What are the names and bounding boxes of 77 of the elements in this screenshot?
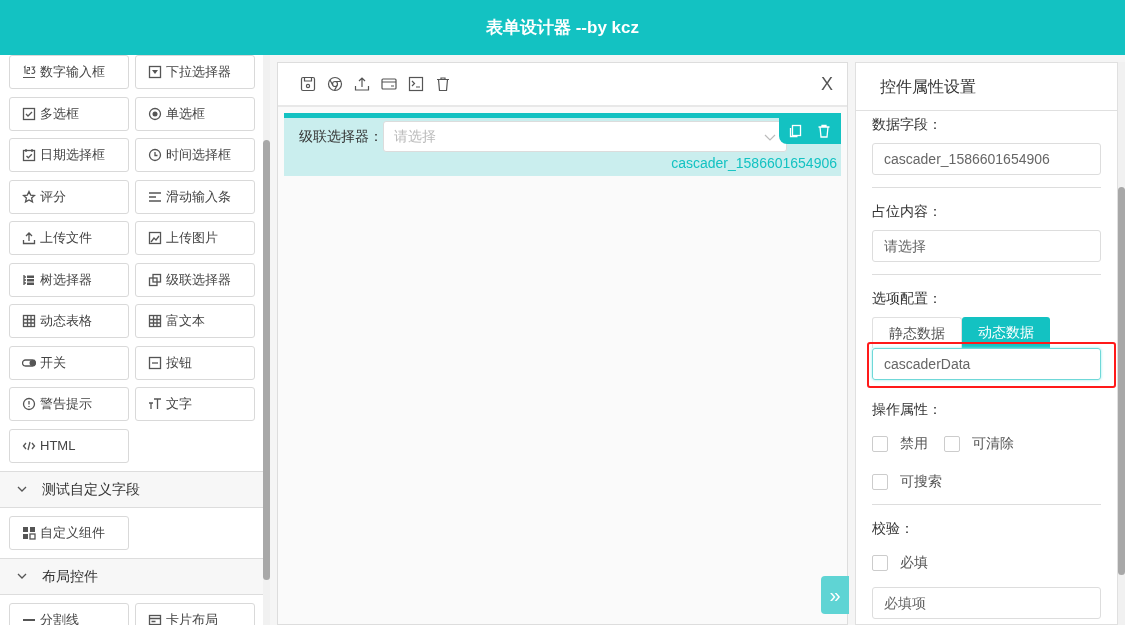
component-button[interactable]: 数字输入框	[9, 55, 129, 89]
component-button[interactable]: 卡片布局	[135, 602, 255, 625]
component-button[interactable]: 多选框	[9, 96, 129, 131]
form-item[interactable]: 级联选择器： 请选择 cascader_1586601654906	[284, 113, 841, 176]
line-icon	[23, 618, 35, 621]
lines-icon	[148, 189, 162, 204]
section-label: 选项配置：	[872, 289, 943, 308]
scrollbar[interactable]	[1118, 62, 1125, 625]
dropdown-icon	[148, 65, 162, 79]
checkbox[interactable]	[872, 473, 888, 490]
component-button[interactable]: 级联选择器	[135, 262, 255, 297]
tree-icon	[22, 272, 36, 287]
preview-button[interactable]	[327, 76, 343, 92]
component-button[interactable]: 树选择器	[9, 262, 129, 297]
text-field[interactable]: 请选择	[872, 230, 1101, 262]
component-button[interactable]: 上传图片	[135, 221, 255, 255]
close-button[interactable]: X	[821, 70, 833, 98]
upload-icon	[22, 231, 36, 245]
section-label: 占位内容：	[872, 202, 943, 221]
component-button[interactable]: 滑动输入条	[135, 179, 255, 214]
checkbox[interactable]	[872, 435, 888, 452]
text-field[interactable]: cascaderData	[872, 348, 1101, 380]
group-header[interactable]: 测试自定义字段	[0, 470, 263, 508]
save-button[interactable]	[300, 76, 316, 92]
component-button[interactable]: 自定义组件	[9, 515, 129, 550]
section-label: 操作属性：	[872, 400, 943, 419]
star-icon	[22, 189, 36, 204]
component-button[interactable]: HTML	[9, 428, 129, 463]
section-label: 数据字段：	[872, 115, 943, 134]
table-icon	[148, 314, 162, 328]
component-button[interactable]: 下拉选择器	[135, 55, 255, 89]
terminal-button[interactable]	[408, 76, 424, 92]
button-icon	[148, 355, 162, 370]
group-header[interactable]: 布局控件	[0, 557, 263, 595]
app-title: 表单设计器 --by kcz	[486, 16, 639, 39]
component-button[interactable]: 开关	[9, 345, 129, 380]
option-tab[interactable]: 静态数据	[872, 317, 962, 348]
component-button[interactable]: 日期选择框	[9, 138, 129, 172]
number-icon	[22, 65, 36, 79]
calendar-icon	[22, 148, 36, 162]
component-button[interactable]: 文字	[135, 387, 255, 421]
component-button[interactable]: 上传文件	[9, 221, 129, 255]
scrollbar[interactable]	[263, 55, 270, 625]
panel-title: 控件属性设置	[880, 76, 976, 97]
field-model: cascader_1586601654906	[671, 154, 837, 173]
component-button[interactable]: 动态表格	[9, 304, 129, 338]
component-button[interactable]: 警告提示	[9, 387, 129, 421]
component-button[interactable]: 评分	[9, 179, 129, 214]
card-button[interactable]	[381, 76, 397, 92]
component-button[interactable]: 按钮	[135, 345, 255, 380]
image-icon	[148, 231, 162, 245]
radio-icon	[148, 106, 162, 121]
card-icon	[148, 612, 162, 625]
checkbox-option[interactable]: 必填	[872, 552, 944, 573]
checkbox-icon	[22, 106, 36, 121]
checkbox[interactable]	[872, 554, 888, 571]
upload-button[interactable]	[354, 76, 370, 92]
grid-icon	[22, 525, 36, 540]
checkbox-option[interactable]: 禁用	[872, 433, 944, 454]
section-label: 校验：	[872, 519, 915, 538]
copy-button[interactable]	[789, 124, 803, 138]
component-button[interactable]: 分割线	[9, 602, 129, 625]
text-field[interactable]: cascader_1586601654906	[872, 143, 1101, 175]
clock-icon	[148, 148, 162, 162]
table-icon	[22, 314, 36, 328]
checkbox-option[interactable]: 可清除	[944, 433, 1016, 454]
component-button[interactable]: 富文本	[135, 304, 255, 338]
checkbox-option[interactable]: 可搜索	[872, 471, 944, 492]
stacked-squares-icon	[148, 272, 162, 287]
delete-button[interactable]	[435, 76, 451, 92]
alert-icon	[22, 397, 36, 411]
checkbox[interactable]	[944, 435, 960, 452]
text-icon	[148, 397, 162, 411]
field-label: 级联选择器：	[299, 127, 383, 146]
text-field[interactable]: 必填项	[872, 587, 1101, 619]
component-button[interactable]: 单选框	[135, 96, 255, 131]
component-button[interactable]: 时间选择框	[135, 138, 255, 172]
